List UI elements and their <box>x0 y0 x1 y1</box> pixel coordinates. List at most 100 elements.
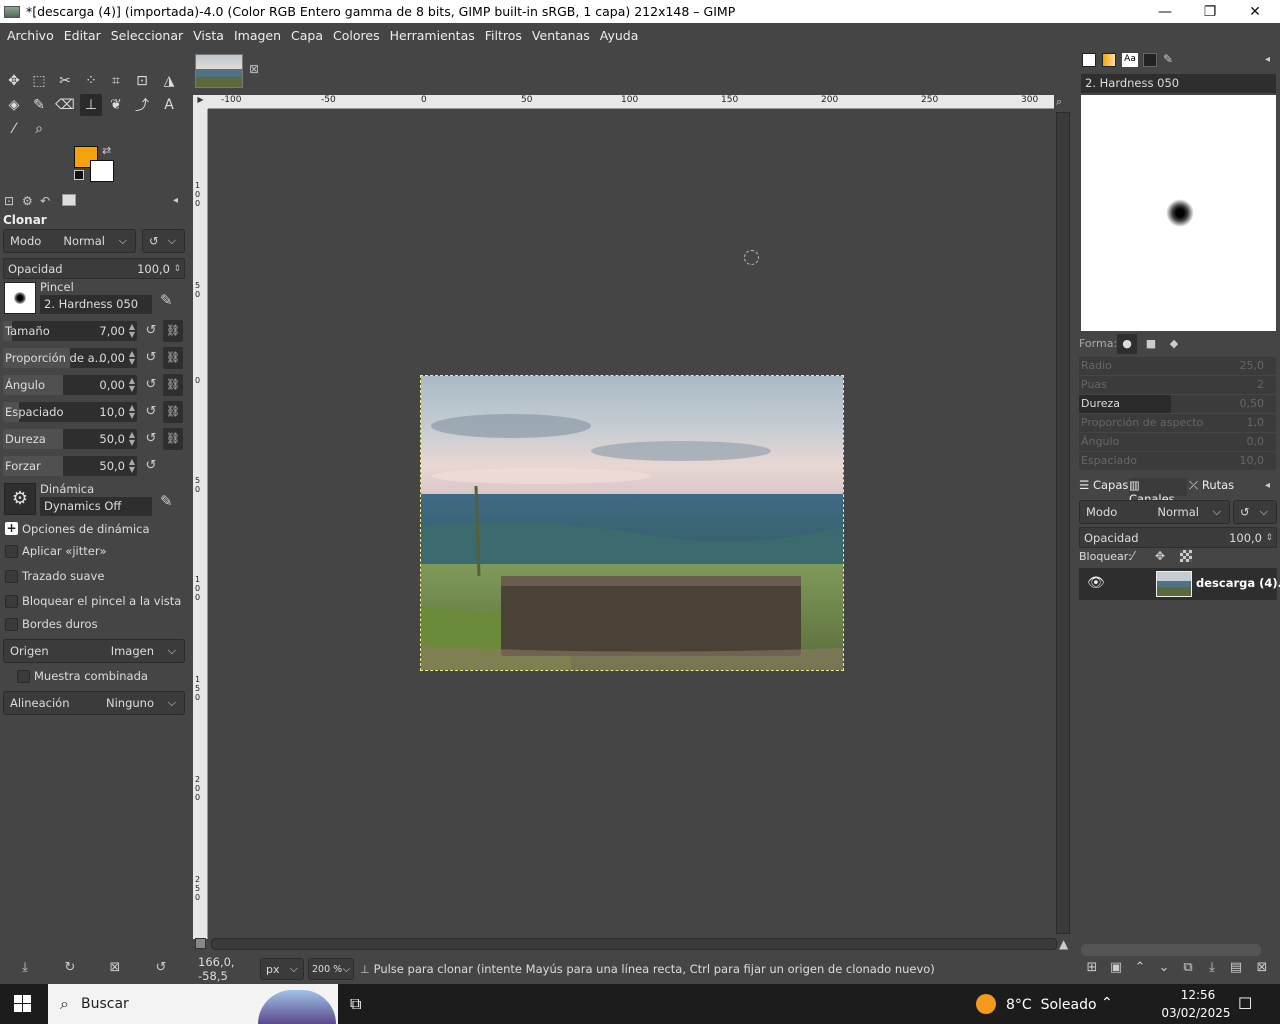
brushes-tab-icon[interactable] <box>1082 53 1096 67</box>
menu-editar[interactable]: Editar <box>59 28 106 43</box>
task-view-icon[interactable]: ⧉ <box>350 994 361 1014</box>
spin-arrows-icon[interactable]: ▲ ▼ <box>129 431 135 447</box>
paths-tool-icon[interactable]: ⤴ <box>131 94 153 116</box>
force-slider[interactable]: Forzar 50,0 ▲ ▼ <box>3 456 137 476</box>
spin-arrows-icon[interactable]: ▲ ▼ <box>129 377 135 393</box>
patterns-tab-icon[interactable] <box>1102 53 1116 67</box>
clock-date[interactable]: 03/02/2025 <box>1158 1006 1234 1020</box>
delete-tool-preset-icon[interactable]: ⊠ <box>106 960 124 978</box>
chevron-up-icon[interactable]: ⌃ <box>1101 995 1113 1011</box>
horizontal-scrollbar[interactable] <box>211 938 1057 950</box>
layer-opacity-slider[interactable]: Opacidad 100,0 ⇕ <box>1079 527 1277 548</box>
spin-arrows-icon[interactable]: ▲ ▼ <box>129 458 135 474</box>
lock-position-icon[interactable]: ✥ <box>1155 549 1165 563</box>
hardness-slider[interactable]: Dureza 50,0 ▲ ▼ <box>3 429 137 449</box>
taskbar-search-box[interactable]: ⌕ Buscar <box>48 984 338 1024</box>
quick-mask-icon[interactable]: ▶ <box>193 95 208 109</box>
new-layer-icon[interactable]: ⊞ <box>1083 960 1101 978</box>
fonts-tab-icon[interactable]: Aa <box>1122 53 1138 67</box>
paintbrush-tool-icon[interactable]: ✎ <box>28 94 50 116</box>
device-status-tab-icon[interactable]: ⚙ <box>22 194 33 208</box>
edit-dynamics-icon[interactable]: ✎ <box>160 492 173 510</box>
menu-archivo[interactable]: Archivo <box>2 28 59 43</box>
spin-arrows-icon[interactable]: ▲ ▼ <box>129 404 135 420</box>
brush-angle-slider[interactable]: Ángulo 0,0 <box>1079 433 1276 451</box>
link-icon[interactable]: ⛓ <box>163 320 183 342</box>
dock-menu-icon[interactable]: ◂ <box>173 195 178 206</box>
merge-layer-icon[interactable]: ⤓ <box>1203 960 1221 978</box>
crop-tool-icon[interactable]: ⌗ <box>105 70 127 92</box>
source-select[interactable]: Origen Imagen ⌵ <box>3 639 185 663</box>
spin-arrows-icon[interactable]: ⇕ <box>1265 533 1273 543</box>
warp-transform-tool-icon[interactable]: ◮ <box>158 70 180 92</box>
spacing-slider[interactable]: Espaciado 10,0 ▲ ▼ <box>3 402 137 422</box>
reset-icon[interactable]: ↺ <box>143 377 159 393</box>
radius-slider[interactable]: Radio 25,0 <box>1079 357 1276 375</box>
menu-ayuda[interactable]: Ayuda <box>595 28 644 43</box>
reset-icon[interactable]: ↺ <box>143 323 159 339</box>
new-layer-group-icon[interactable]: ▣ <box>1107 960 1125 978</box>
lock-alpha-icon[interactable] <box>1180 550 1192 562</box>
rect-select-tool-icon[interactable]: ⬚ <box>28 70 50 92</box>
windows-start-icon[interactable] <box>14 995 32 1013</box>
layer-row[interactable]: 👁 descarga (4).j <box>1079 568 1280 600</box>
menu-colores[interactable]: Colores <box>328 28 385 43</box>
bucket-fill-tool-icon[interactable]: ◈ <box>3 94 25 116</box>
smooth-stroke-checkbox[interactable] <box>5 570 18 583</box>
layer-name[interactable]: descarga (4).j <box>1196 576 1280 590</box>
mode-select[interactable]: Modo Normal ⌵ <box>3 229 136 253</box>
fuzzy-select-tool-icon[interactable]: ⁘ <box>80 70 102 92</box>
dynamics-name-field[interactable]: Dynamics Off <box>40 497 152 516</box>
layer-mode-select[interactable]: Modo Normal ⌵ <box>1079 500 1230 524</box>
delete-layer-icon[interactable]: ⊠ <box>1253 960 1271 978</box>
link-icon[interactable]: ⛓ <box>163 347 183 369</box>
tab-paths[interactable]: ⤫ Rutas <box>1189 478 1237 496</box>
menu-filtros[interactable]: Filtros <box>480 28 527 43</box>
unified-transform-tool-icon[interactable]: ⊡ <box>131 70 153 92</box>
maximize-button[interactable]: ❐ <box>1187 0 1233 23</box>
dynamics-preview-button[interactable]: ⚙ <box>4 483 36 515</box>
zoom-fit-icon[interactable]: ⌕ <box>1056 95 1072 109</box>
image-tab-thumbnail[interactable] <box>195 54 243 88</box>
menu-herramientas[interactable]: Herramientas <box>385 28 480 43</box>
canvas-corner-icon[interactable] <box>195 938 206 949</box>
spin-arrows-icon[interactable]: ⇕ <box>173 264 181 274</box>
link-icon[interactable]: ⛓ <box>163 401 183 423</box>
diamond-shape-icon[interactable]: ◆ <box>1164 334 1184 354</box>
angle-slider[interactable]: Ángulo 0,00 ▲ ▼ <box>3 375 137 395</box>
reset-icon[interactable]: ↺ <box>143 404 159 420</box>
layer-mask-icon[interactable]: ▤ <box>1227 960 1245 978</box>
expand-plus-icon[interactable]: + <box>5 522 18 535</box>
mode-reset-combo[interactable]: ↺ ⌵ <box>142 229 185 253</box>
square-shape-icon[interactable]: ■ <box>1141 334 1161 354</box>
menu-ventanas[interactable]: Ventanas <box>527 28 595 43</box>
size-slider[interactable]: Tamaño 7,00 ▲ ▼ <box>3 321 137 341</box>
tool-options-tab-icon[interactable]: ⊡ <box>4 194 14 208</box>
close-button[interactable]: ✕ <box>1232 0 1278 23</box>
color-picker-tool-icon[interactable]: ⁄ <box>3 118 25 140</box>
brush-hardness-slider[interactable]: Dureza 0,50 <box>1079 395 1276 413</box>
dock-menu-icon[interactable]: ◂ <box>1265 480 1270 491</box>
eye-visibility-icon[interactable]: 👁 <box>1087 575 1105 591</box>
duplicate-layer-icon[interactable]: ⧉ <box>1179 960 1197 978</box>
smudge-tool-icon[interactable]: ❦ <box>105 94 127 116</box>
link-icon[interactable]: ⛓ <box>163 374 183 396</box>
alignment-select[interactable]: Alineación Ninguno ⌵ <box>3 691 185 715</box>
jitter-checkbox[interactable] <box>5 545 18 558</box>
lock-pixels-icon[interactable]: ⁄ <box>1132 549 1134 563</box>
brush-preview-button[interactable] <box>4 282 36 314</box>
edit-brush-icon[interactable]: ✎ <box>160 291 173 309</box>
spin-arrows-icon[interactable]: ▲ ▼ <box>129 323 135 339</box>
text-tool-icon[interactable]: A <box>158 94 180 116</box>
layer-mode-reset-combo[interactable]: ↺ ⌵ <box>1233 500 1277 524</box>
clone-tool-icon[interactable]: ⊥ <box>80 94 102 116</box>
lower-layer-icon[interactable]: ⌄ <box>1155 960 1173 978</box>
menu-seleccionar[interactable]: Seleccionar <box>106 28 188 43</box>
unit-select[interactable]: px ⌵ <box>260 958 304 980</box>
aspect-ratio-slider[interactable]: Proporción de a... 0,00 ▲ ▼ <box>3 348 137 368</box>
opacity-slider[interactable]: Opacidad 100,0 ⇕ <box>3 258 185 279</box>
zoom-select[interactable]: 200 % ⌵ <box>308 958 354 980</box>
vertical-scrollbar[interactable] <box>1056 112 1070 934</box>
reset-icon[interactable]: ↺ <box>143 431 159 447</box>
lock-brush-view-checkbox[interactable] <box>5 595 18 608</box>
